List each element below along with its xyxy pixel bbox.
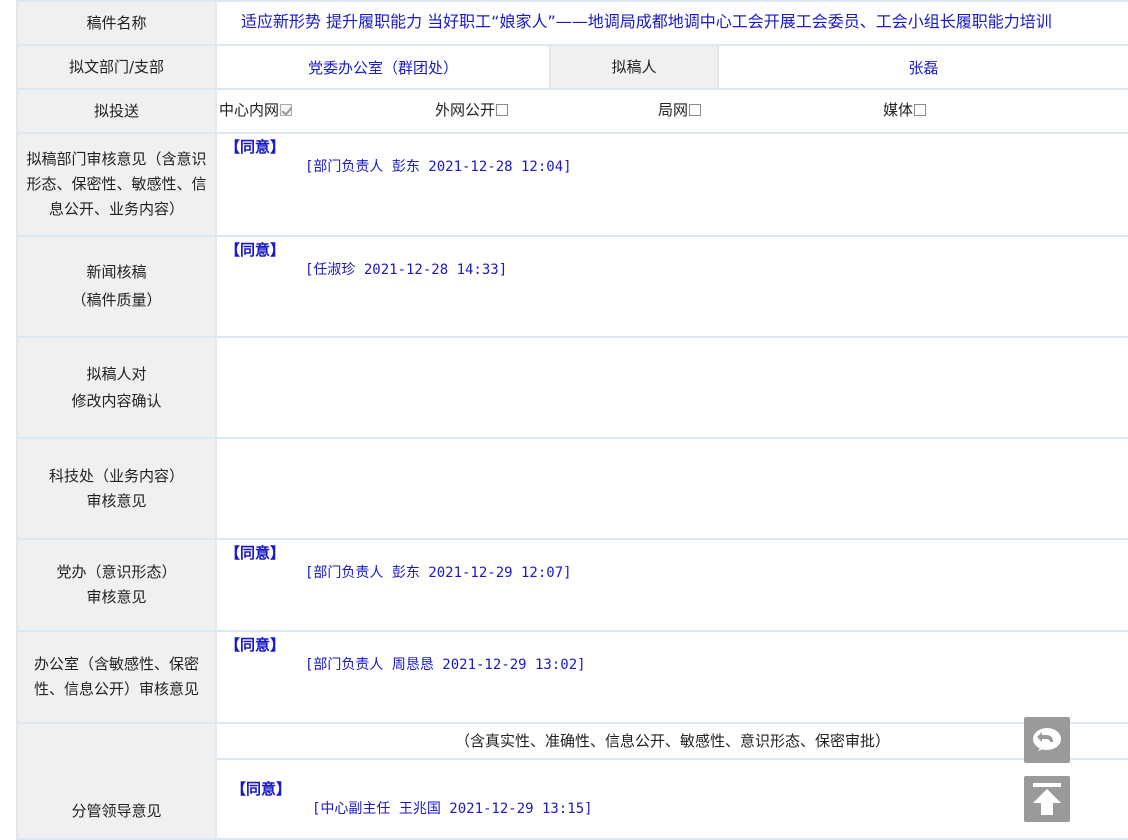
leader-review-label: 分管领导意见	[16, 722, 217, 840]
author-confirm-label-sub: 修改内容确认	[71, 391, 162, 410]
row-title: 稿件名称 适应新形势 提升履职能力 当好职工“娘家人”——地调局成都地调中心工会…	[16, 0, 1128, 46]
party-review-label: 党办（意识形态）	[56, 563, 177, 581]
send-option-public-label: 外网公开	[435, 101, 496, 119]
party-review-sign: [部门负责人 彭东 2021-12-29 12:07]	[305, 565, 572, 581]
dept-value: 党委办公室（群团处）	[215, 44, 551, 90]
send-options: 中心内网 外网公开 局网 媒体	[215, 88, 1128, 134]
tech-review-cell	[215, 437, 1128, 540]
office-review-sign: [部门负责人 周恳恳 2021-12-29 13:02]	[305, 657, 586, 673]
news-review-agree: 【同意】	[225, 241, 286, 259]
public-checkbox[interactable]	[496, 103, 509, 116]
bureau-checkbox[interactable]	[689, 103, 702, 116]
review-table: 稿件名称 适应新形势 提升履职能力 当好职工“娘家人”——地调局成都地调中心工会…	[16, 0, 1128, 840]
office-review-agree: 【同意】	[225, 636, 286, 654]
send-option-intranet[interactable]: 中心内网	[219, 90, 293, 130]
send-label: 拟投送	[16, 88, 217, 134]
leader-review-agree: 【同意】	[231, 780, 292, 798]
office-review-label: 办公室（含敏感性、保密性、信息公开）审核意见	[16, 630, 217, 724]
author-label: 拟稿人	[549, 44, 719, 90]
author-value: 张磊	[717, 44, 1128, 90]
intranet-checkbox[interactable]	[280, 103, 293, 116]
dept-review-agree: 【同意】	[225, 138, 286, 156]
send-option-media[interactable]: 媒体	[883, 90, 927, 130]
leader-review-cell: 【同意】 [中心副主任 王兆国 2021-12-29 13:15]	[215, 758, 1128, 840]
party-review-agree: 【同意】	[225, 544, 286, 562]
dept-review-label: 拟稿部门审核意见（含意识形态、保密性、敏感性、信息公开、业务内容）	[16, 132, 217, 237]
dept-label: 拟文部门/支部	[16, 44, 217, 90]
tech-review-label: 科技处（业务内容）	[48, 466, 184, 485]
office-review-cell: 【同意】 [部门负责人 周恳恳 2021-12-29 13:02]	[215, 630, 1128, 724]
title-value: 适应新形势 提升履职能力 当好职工“娘家人”——地调局成都地调中心工会开展工会委…	[241, 12, 1052, 31]
row-office-review: 办公室（含敏感性、保密性、信息公开）审核意见 【同意】 [部门负责人 周恳恳 2…	[16, 630, 1128, 724]
chat-back-icon	[1033, 728, 1061, 751]
row-party-review: 党办（意识形态） 审核意见 【同意】 [部门负责人 彭东 2021-12-29 …	[16, 538, 1128, 632]
send-option-bureau-label: 局网	[658, 101, 689, 119]
news-review-label-sub: （稿件质量）	[71, 291, 162, 309]
party-review-label-sub: 审核意见	[86, 588, 147, 606]
back-to-top-button[interactable]	[1024, 776, 1070, 822]
leader-review-note: （含真实性、准确性、信息公开、敏感性、意识形态、保密审批）	[454, 732, 890, 750]
row-leader-note: 分管领导意见 （含真实性、准确性、信息公开、敏感性、意识形态、保密审批）	[16, 722, 1128, 840]
media-checkbox[interactable]	[914, 103, 927, 116]
send-option-bureau[interactable]: 局网	[658, 90, 702, 130]
author-confirm-label: 拟稿人对	[86, 364, 147, 383]
news-review-label: 新闻核稿	[86, 263, 147, 281]
row-dept: 拟文部门/支部 党委办公室（群团处） 拟稿人 张磊	[16, 44, 1128, 90]
chat-back-button[interactable]	[1024, 717, 1070, 763]
send-option-intranet-label: 中心内网	[219, 101, 280, 119]
row-send: 拟投送 中心内网 外网公开 局网 媒体	[16, 88, 1128, 134]
news-review-cell: 【同意】 [任淑珍 2021-12-28 14:33]	[215, 235, 1128, 338]
title-value-cell: 适应新形势 提升履职能力 当好职工“娘家人”——地调局成都地调中心工会开展工会委…	[215, 0, 1128, 46]
leader-note-cell: （含真实性、准确性、信息公开、敏感性、意识形态、保密审批）	[215, 722, 1128, 760]
row-dept-review: 拟稿部门审核意见（含意识形态、保密性、敏感性、信息公开、业务内容） 【同意】 […	[16, 132, 1128, 237]
send-option-media-label: 媒体	[883, 101, 914, 119]
tech-review-label-cell: 科技处（业务内容） 审核意见	[16, 437, 217, 540]
author-confirm-cell	[215, 336, 1128, 439]
author-confirm-label-cell: 拟稿人对 修改内容确认	[16, 336, 217, 439]
leader-review-sign: [中心副主任 王兆国 2021-12-29 13:15]	[312, 801, 593, 817]
review-form: 稿件名称 适应新形势 提升履职能力 当好职工“娘家人”——地调局成都地调中心工会…	[16, 0, 1128, 840]
row-tech-review: 科技处（业务内容） 审核意见	[16, 437, 1128, 540]
back-to-top-icon	[1033, 783, 1061, 815]
row-news-review: 新闻核稿 （稿件质量） 【同意】 [任淑珍 2021-12-28 14:33]	[16, 235, 1128, 338]
title-label: 稿件名称	[16, 0, 217, 46]
news-review-sign: [任淑珍 2021-12-28 14:33]	[305, 262, 508, 278]
party-review-cell: 【同意】 [部门负责人 彭东 2021-12-29 12:07]	[215, 538, 1128, 632]
news-review-label-cell: 新闻核稿 （稿件质量）	[16, 235, 217, 338]
dept-review-cell: 【同意】 [部门负责人 彭东 2021-12-28 12:04]	[215, 132, 1128, 237]
party-review-label-cell: 党办（意识形态） 审核意见	[16, 538, 217, 632]
tech-review-label-sub: 审核意见	[86, 491, 147, 510]
row-author-confirm: 拟稿人对 修改内容确认	[16, 336, 1128, 439]
send-option-public[interactable]: 外网公开	[435, 90, 509, 130]
dept-review-sign: [部门负责人 彭东 2021-12-28 12:04]	[305, 159, 572, 175]
